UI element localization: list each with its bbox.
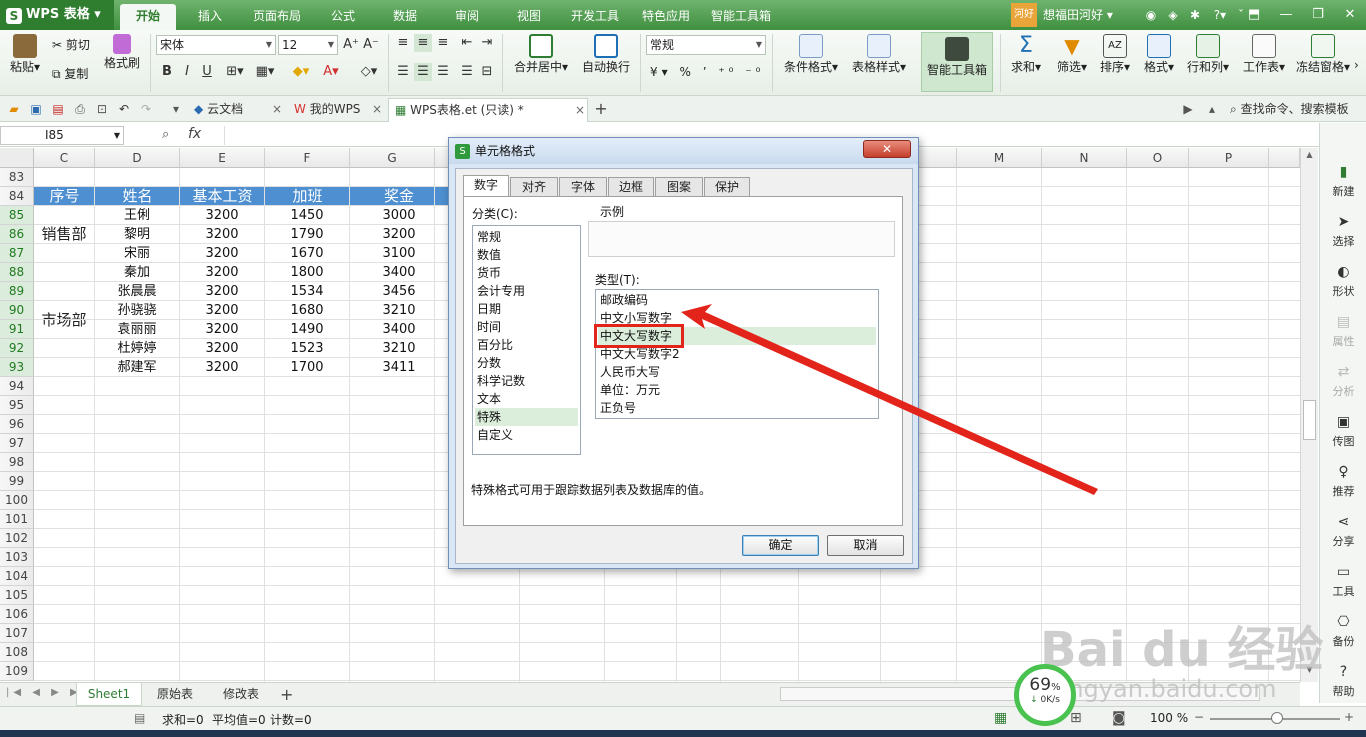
red-arrow-annotation [681,304,1098,495]
arrow-icon [681,304,1098,495]
wps-spreadsheet-window: S WPS 表格 ▾ 开始 插入 页面布局 公式 数据 审阅 视图 开发工具 特色… [0,0,1366,737]
sample-label: 示例 [598,203,627,220]
